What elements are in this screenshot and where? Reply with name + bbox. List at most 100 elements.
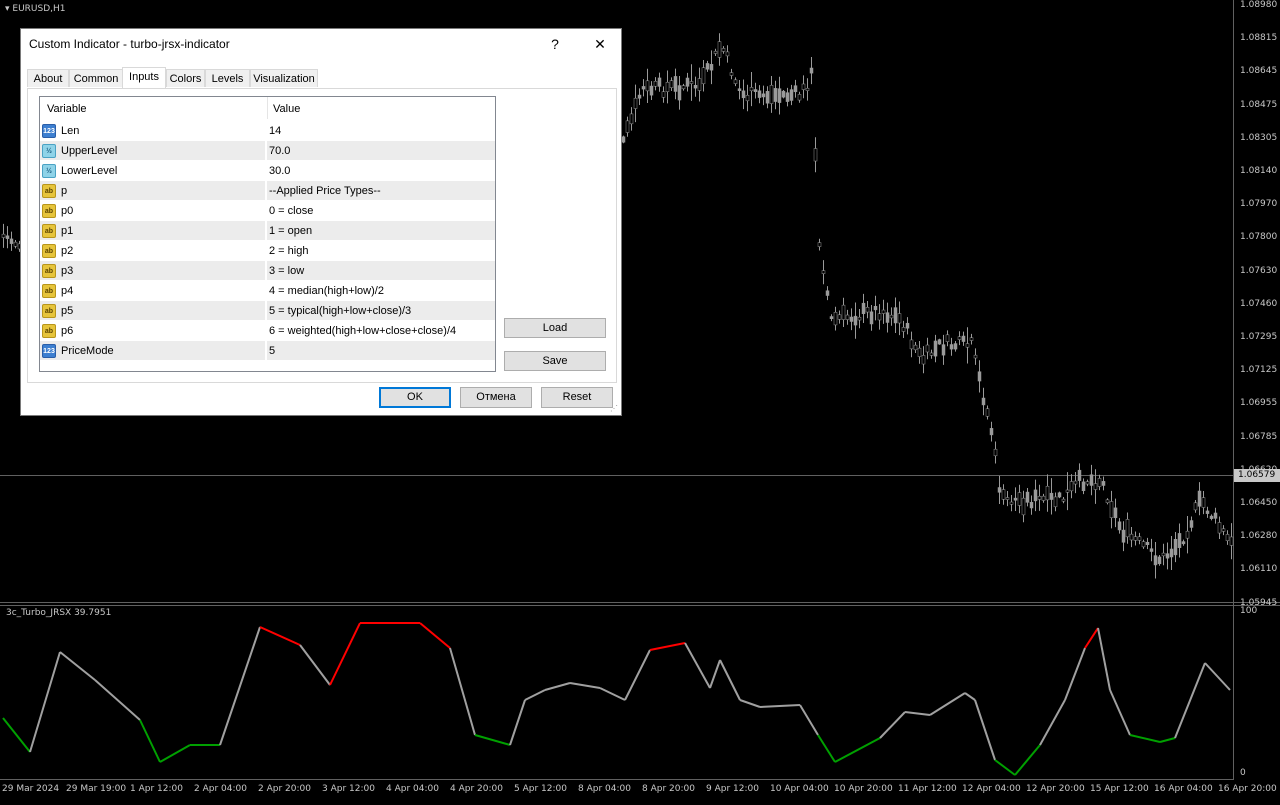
candle-body xyxy=(949,344,954,350)
input-value-field[interactable]: --Applied Price Types-- xyxy=(269,185,381,197)
oscillator-segment xyxy=(1174,662,1206,739)
oscillator-segment xyxy=(759,704,801,708)
input-row-p[interactable]: ab p --Applied Price Types-- xyxy=(40,181,495,201)
input-row-p1[interactable]: ab p1 1 = open xyxy=(40,221,495,241)
input-value-field[interactable]: 4 = median(high+low)/2 xyxy=(269,285,384,297)
oscillator-segment xyxy=(834,737,881,763)
input-value-field[interactable]: 0 = close xyxy=(269,205,313,217)
candle-body xyxy=(1225,534,1230,541)
cancel-button[interactable]: Отмена xyxy=(460,387,532,408)
column-header-variable[interactable]: Variable xyxy=(47,103,87,115)
column-divider xyxy=(265,161,267,181)
input-variable-name: p0 xyxy=(61,205,74,217)
custom-indicator-dialog: Custom Indicator - turbo-jrsx-indicator … xyxy=(20,28,622,416)
tab-visualization[interactable]: Visualization xyxy=(250,69,318,87)
candle-body xyxy=(817,242,822,247)
time-axis-label: 15 Apr 12:00 xyxy=(1090,784,1149,794)
jrsx-oscillator-line xyxy=(2,622,1231,776)
candle-body xyxy=(833,312,838,326)
input-value-field[interactable]: 5 = typical(high+low+close)/3 xyxy=(269,305,411,317)
oscillator-segment xyxy=(449,647,476,736)
input-value-field[interactable]: 5 xyxy=(269,345,275,357)
price-axis-label: 1.06450 xyxy=(1240,498,1278,508)
candle-body xyxy=(625,120,630,133)
candle-body xyxy=(653,81,658,87)
input-value-field[interactable]: 70.0 xyxy=(269,145,290,157)
candle-body xyxy=(1165,553,1170,559)
candle-body xyxy=(761,93,766,98)
candle-body xyxy=(1157,556,1162,565)
input-value-field[interactable]: 3 = low xyxy=(269,265,304,277)
candle-body xyxy=(769,84,774,104)
header-divider[interactable] xyxy=(267,97,268,119)
column-divider xyxy=(265,181,267,201)
candle-body xyxy=(989,428,994,436)
save-button[interactable]: Save xyxy=(504,351,606,371)
input-value-field[interactable]: 6 = weighted(high+low+close+close)/4 xyxy=(269,325,456,337)
candle-body xyxy=(637,94,642,99)
column-divider xyxy=(265,241,267,261)
candle-body xyxy=(673,76,678,92)
tab-colors[interactable]: Colors xyxy=(166,69,205,87)
candle-body xyxy=(937,339,942,345)
input-value-field[interactable]: 14 xyxy=(269,125,281,137)
close-icon[interactable]: ✕ xyxy=(588,33,612,55)
oscillator-segment xyxy=(219,626,261,746)
input-row-upperlevel[interactable]: ½ UpperLevel 70.0 xyxy=(40,141,495,161)
oscillator-segment xyxy=(1064,647,1086,701)
load-button[interactable]: Load xyxy=(504,318,606,338)
candle-body xyxy=(685,77,690,87)
candle-body xyxy=(1133,536,1138,541)
tab-about[interactable]: About xyxy=(27,69,69,87)
price-axis-label: 1.06785 xyxy=(1240,431,1278,442)
input-row-lowerlevel[interactable]: ½ LowerLevel 30.0 xyxy=(40,161,495,181)
time-axis-label: 10 Apr 20:00 xyxy=(834,784,893,794)
reset-button[interactable]: Reset xyxy=(541,387,613,408)
candle-body xyxy=(1201,497,1206,508)
input-row-p4[interactable]: ab p4 4 = median(high+low)/2 xyxy=(40,281,495,301)
input-value-field[interactable]: 30.0 xyxy=(269,165,290,177)
input-row-len[interactable]: 123 Len 14 xyxy=(40,121,495,141)
input-row-p0[interactable]: ab p0 0 = close xyxy=(40,201,495,221)
tab-common[interactable]: Common xyxy=(69,69,123,87)
tab-levels[interactable]: Levels xyxy=(205,69,250,87)
input-row-p5[interactable]: ab p5 5 = typical(high+low+close)/3 xyxy=(40,301,495,321)
candle-body xyxy=(873,306,878,311)
candle-body xyxy=(1017,492,1022,506)
inputs-grid: Variable Value 123 Len 14 ½ UpperLevel 70.0 ½ L… xyxy=(39,96,496,372)
input-variable-name: LowerLevel xyxy=(61,165,118,177)
candle-body xyxy=(1217,522,1222,534)
candle-body xyxy=(669,80,674,88)
input-variable-name: p3 xyxy=(61,265,74,277)
input-value-field[interactable]: 2 = high xyxy=(269,245,308,257)
input-row-p3[interactable]: ab p3 3 = low xyxy=(40,261,495,281)
candle-body xyxy=(1085,481,1090,485)
candle-body xyxy=(997,487,1002,493)
input-row-p2[interactable]: ab p2 2 = high xyxy=(40,241,495,261)
input-row-pricemode[interactable]: 123 PriceMode 5 xyxy=(40,341,495,361)
candle-body xyxy=(1153,555,1158,566)
dropdown-triangle-icon[interactable]: ▾ xyxy=(5,4,10,14)
help-icon[interactable]: ? xyxy=(543,33,567,55)
input-value-field[interactable]: 1 = open xyxy=(269,225,312,237)
candle-body xyxy=(825,290,830,296)
oscillator-segment xyxy=(159,744,191,763)
ok-button[interactable]: OK xyxy=(379,387,451,408)
candle-body xyxy=(1093,483,1098,490)
column-divider xyxy=(265,141,267,161)
tab-inputs[interactable]: Inputs xyxy=(122,67,166,88)
candle-body xyxy=(733,79,738,84)
oscillator-segment xyxy=(739,699,761,708)
oscillator-segment xyxy=(524,689,546,701)
candle-body xyxy=(929,352,934,356)
string-type-icon: ab xyxy=(42,324,56,338)
candle-body xyxy=(829,316,834,319)
candle-body xyxy=(649,85,654,96)
candle-body xyxy=(809,67,814,74)
input-row-p6[interactable]: ab p6 6 = weighted(high+low+close+close)/4 xyxy=(40,321,495,341)
resize-grip-icon[interactable]: ⋰ xyxy=(610,404,620,414)
column-header-value[interactable]: Value xyxy=(273,103,300,115)
candle-body xyxy=(845,314,850,320)
oscillator-segment xyxy=(1097,627,1111,691)
price-axis-label: 1.07800 xyxy=(1240,232,1278,243)
